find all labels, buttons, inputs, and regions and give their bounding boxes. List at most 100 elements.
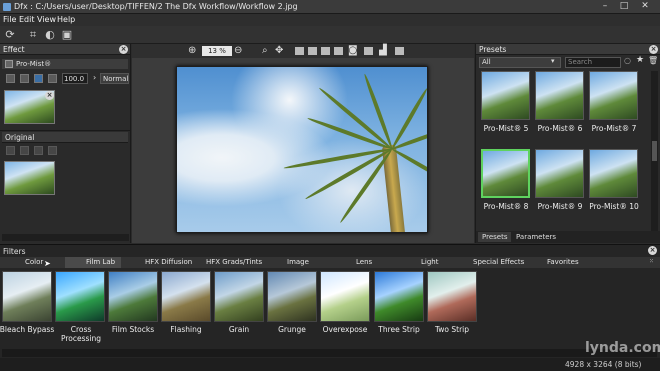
category-hfx-diffusion[interactable]: HFX Diffusion [145,258,192,266]
mask-icon[interactable] [6,74,15,83]
single-view-icon[interactable] [334,47,343,55]
fullscreen-icon[interactable] [395,47,404,55]
preset-thumbnail[interactable] [535,71,584,120]
chevron-down-icon: ▾ [551,57,555,65]
split-view-icon[interactable] [295,47,304,55]
filters-panel: Filters × Color Film Lab HFX Diffusion H… [0,244,660,358]
divider [0,130,131,131]
trash-icon[interactable]: 🗑 [648,56,658,65]
close-icon[interactable]: × [648,246,657,255]
before-after-icon[interactable] [321,47,330,55]
canvas-toolbar: ⊕ 13 % ⊖ ⌕ ✥ ◙ ▟ [132,44,474,58]
fit-icon[interactable]: ▣ [60,28,74,42]
filter-label: Grunge [278,325,306,334]
category-lens[interactable]: Lens [356,258,372,266]
app-icon [3,3,11,11]
zoom-field[interactable]: 13 % [202,46,232,56]
filter-thumbnail[interactable] [320,271,370,322]
opacity-field[interactable]: 100.0 [62,73,88,84]
preset-thumbnail[interactable] [535,149,584,198]
horizontal-scrollbar[interactable] [2,234,129,241]
layers-icon[interactable] [48,74,57,83]
preset-thumbnail-selected[interactable] [481,149,530,198]
grid-view-icon[interactable]: ⁙ [649,258,654,265]
preset-label: Pro-Mist® 10 [589,202,639,211]
tab-presets[interactable]: Presets [478,232,512,242]
histogram-icon[interactable]: ▟ [379,45,387,56]
menu-view[interactable]: View [37,15,56,24]
close-icon[interactable]: × [119,45,128,54]
preset-thumbnail[interactable] [589,71,638,120]
search-clear-icon[interactable]: ○ [624,56,631,65]
category-favorites[interactable]: Favorites [547,258,579,266]
close-icon[interactable]: × [649,45,658,54]
search-input[interactable]: Search [565,57,621,68]
main-image[interactable] [176,66,428,233]
filter-label: Overexpose [322,325,368,334]
zoom-in-icon[interactable]: ⊕ [188,45,196,56]
presets-panel: Presets × All ▾ Search ○ ★ 🗑 Pro-Mist® 5… [475,44,660,243]
filter-thumbnail[interactable] [267,271,317,322]
zoom-out-icon[interactable]: ⊖ [234,45,242,56]
preset-label: Pro-Mist® 5 [483,124,529,133]
vertical-scrollbar[interactable] [651,71,658,231]
preset-label: Pro-Mist® 8 [483,202,529,211]
effect-row[interactable]: Pro-Mist® [2,59,128,69]
pan-icon[interactable]: ✥ [275,45,283,56]
magnify-icon[interactable]: ⌕ [262,45,268,56]
remove-effect-icon[interactable]: × [45,91,54,100]
effect-panel-title: Effect [3,45,25,54]
filter-label: Bleach Bypass [0,325,55,334]
tab-parameters[interactable]: Parameters [512,232,560,242]
original-thumbnail[interactable] [4,161,55,195]
monitor-icon [20,146,29,155]
effect-toggle-icon[interactable] [5,60,13,68]
crop-icon[interactable]: ⌗ [26,28,40,42]
blend-mode-select[interactable]: Normal [100,73,129,84]
category-color[interactable]: Color [25,258,43,266]
filter-label: Two Strip [434,325,470,334]
category-film-lab[interactable]: Film Lab [86,258,115,266]
close-window-button[interactable]: ✕ [636,1,654,12]
menu-edit[interactable]: Edit [19,15,35,24]
refresh-icon[interactable]: ⟳ [3,28,17,42]
category-select[interactable]: All [479,57,561,68]
filter-thumbnail[interactable] [374,271,424,322]
category-light[interactable]: Light [421,258,438,266]
mask-icon[interactable]: ◐ [43,28,57,42]
title-bar: Dfx : C:/Users/user/Desktop/TIFFEN/2 The… [0,0,660,14]
star-icon[interactable]: ★ [636,55,644,65]
filter-label: Three Strip [378,325,420,334]
filter-thumbnail[interactable] [214,271,264,322]
layers-icon [48,146,57,155]
filter-thumbnail[interactable] [427,271,477,322]
preset-thumbnail[interactable] [481,71,530,120]
maximize-button[interactable]: □ [615,1,633,12]
menu-help[interactable]: Help [57,15,75,24]
lightning-icon [34,146,43,155]
filters-scrollbar[interactable] [2,349,657,357]
camera-icon[interactable]: ◙ [348,45,358,56]
category-special-effects[interactable]: Special Effects [473,258,524,266]
lightning-icon[interactable] [34,74,43,83]
filter-thumbnail[interactable] [161,271,211,322]
filter-thumbnail[interactable] [108,271,158,322]
effect-panel: Effect × Pro-Mist® 100.0 › Normal × Orig… [0,44,131,243]
preset-label: Pro-Mist® 6 [537,124,583,133]
minimize-button[interactable]: – [596,1,614,12]
monitor-icon[interactable] [364,47,373,55]
menu-file[interactable]: File [3,15,16,24]
window-title: Dfx : C:/Users/user/Desktop/TIFFEN/2 The… [14,2,298,11]
category-image[interactable]: Image [287,258,309,266]
status-bar: 4928 x 3264 (8 bits) [0,358,660,371]
category-hfx-grads-tints[interactable]: HFX Grads/Tints [206,258,262,266]
lynda-watermark: lynda.com [585,340,660,356]
scrollbar-thumb[interactable] [652,141,657,161]
preset-thumbnail[interactable] [589,149,638,198]
side-by-side-icon[interactable] [308,47,317,55]
filter-thumbnail[interactable] [2,271,52,322]
image-dimensions: 4928 x 3264 (8 bits) [565,360,642,369]
filter-thumbnail[interactable] [55,271,105,322]
monitor-icon[interactable] [20,74,29,83]
filter-label: Cross Processing [60,325,102,343]
